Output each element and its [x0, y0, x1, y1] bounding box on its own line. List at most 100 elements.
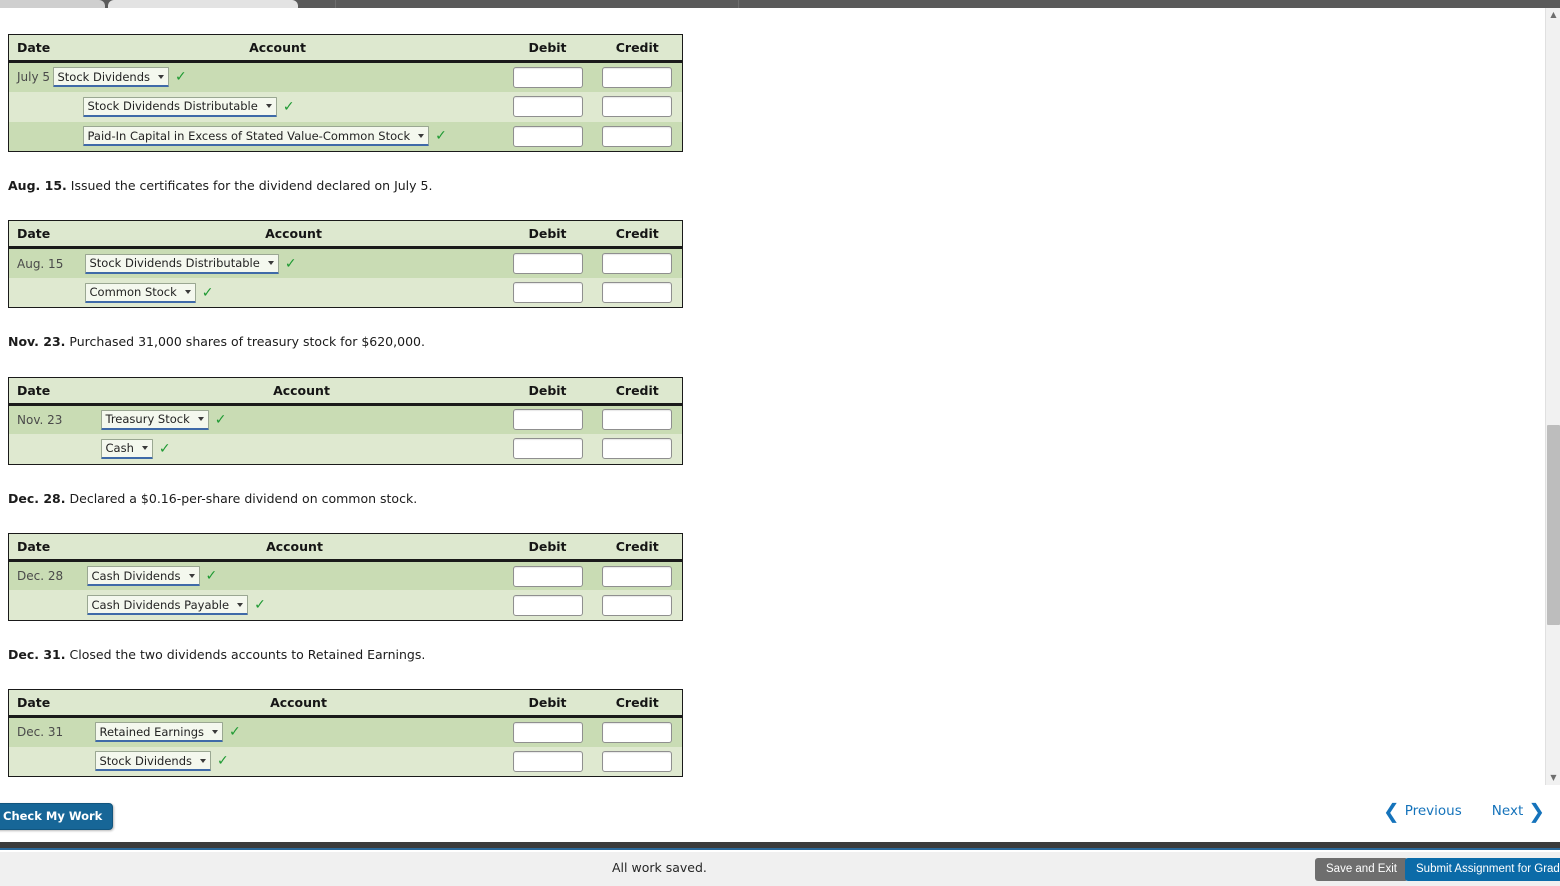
- account-select[interactable]: Stock Dividends Distributable: [82, 96, 277, 117]
- credit-input[interactable]: [602, 96, 673, 117]
- cell-date: Nov. 23: [17, 412, 63, 427]
- narrative-date: Dec. 28.: [8, 490, 66, 506]
- next-button[interactable]: Next ❯: [1492, 801, 1545, 821]
- credit-input[interactable]: [602, 438, 673, 460]
- cell-account: Treasury Stock ✓: [100, 404, 503, 434]
- credit-input[interactable]: [602, 253, 673, 274]
- browser-tab-1[interactable]: [0, 0, 105, 8]
- journal-entries-page: Date Account Debit Credit July 5 Stock Divide…: [0, 8, 1545, 785]
- browser-tab-strip: [0, 0, 1560, 8]
- column-header-account: Account: [86, 533, 503, 562]
- check-mark-icon: ✓: [201, 284, 214, 301]
- table-row: Aug. 15 Stock Dividends Distributable ✓: [8, 247, 683, 278]
- save-and-exit-button[interactable]: Save and Exit: [1315, 858, 1408, 881]
- debit-input[interactable]: [512, 125, 583, 147]
- journal-entry-table: Date Account Debit Credit July 5 Stock Divide…: [8, 34, 683, 152]
- account-select[interactable]: Stock Dividends: [52, 67, 169, 88]
- debit-input[interactable]: [512, 282, 583, 303]
- chevron-down-icon: [237, 602, 244, 607]
- debit-input[interactable]: [512, 66, 583, 88]
- cell-date: [9, 747, 95, 777]
- cell-account: Paid-In Capital in Excess of Stated Valu…: [53, 122, 503, 152]
- journal-entry-table: Date Account Debit Credit Nov. 23 Treasury St…: [8, 376, 683, 465]
- submit-assignment-button[interactable]: Submit Assignment for Grading: [1405, 858, 1560, 881]
- account-select-value: Cash Dividends Payable: [91, 597, 230, 612]
- account-select[interactable]: Paid-In Capital in Excess of Stated Valu…: [82, 126, 430, 147]
- debit-input[interactable]: [512, 750, 583, 772]
- tab-seam: [738, 0, 739, 8]
- credit-input[interactable]: [602, 721, 673, 743]
- account-select[interactable]: Stock Dividends: [94, 751, 211, 772]
- credit-input[interactable]: [602, 125, 673, 147]
- account-select[interactable]: Common Stock: [84, 282, 196, 303]
- page-scrollbar[interactable]: ▲ ▼: [1545, 8, 1560, 785]
- debit-input[interactable]: [512, 96, 583, 117]
- credit-input[interactable]: [602, 750, 673, 772]
- table-row: Stock Dividends ✓: [8, 746, 683, 777]
- table-header-row: Date Account Debit Credit: [8, 220, 683, 250]
- table-header-row: Date Account Debit Credit: [8, 689, 683, 718]
- column-header-credit: Credit: [592, 220, 683, 250]
- credit-input[interactable]: [602, 282, 673, 303]
- check-mark-icon: ✓: [229, 724, 241, 741]
- previous-label: Previous: [1404, 803, 1462, 819]
- debit-input[interactable]: [512, 594, 583, 616]
- narrative-text: Declared a $0.16-per-share dividend on c…: [69, 490, 418, 506]
- scroll-up-arrow-icon[interactable]: ▲: [1546, 8, 1560, 22]
- cell-debit: [503, 747, 593, 777]
- narrative-text: Purchased 31,000 shares of treasury stoc…: [69, 334, 425, 350]
- credit-input[interactable]: [602, 409, 673, 431]
- column-header-credit: Credit: [592, 34, 683, 63]
- scrollbar-thumb[interactable]: [1547, 425, 1560, 625]
- cell-debit: [503, 62, 593, 92]
- debit-input[interactable]: [512, 721, 583, 743]
- check-my-work-button[interactable]: Check My Work: [0, 803, 114, 830]
- account-selector-group: Stock Dividends ✓: [52, 67, 503, 88]
- chevron-down-icon: [267, 261, 274, 265]
- account-select-value: Stock Dividends Distributable: [87, 99, 258, 113]
- journal-entry-table: Date Account Debit Credit Dec. 31 Retained Ea…: [8, 689, 683, 777]
- debit-input[interactable]: [512, 565, 583, 587]
- account-selector-group: Cash Dividends ✓: [86, 566, 503, 586]
- debit-input[interactable]: [512, 438, 583, 460]
- cell-credit: [593, 404, 683, 434]
- account-select[interactable]: Cash Dividends: [86, 566, 200, 586]
- account-select-value: Stock Dividends Distributable: [89, 256, 260, 270]
- account-select[interactable]: Cash Dividends Payable: [86, 595, 249, 615]
- check-mark-icon: ✓: [214, 411, 227, 428]
- credit-input[interactable]: [602, 565, 673, 587]
- account-select-value: Treasury Stock: [105, 412, 190, 427]
- cell-debit: [503, 122, 593, 152]
- previous-button[interactable]: ❮ Previous: [1383, 801, 1462, 821]
- account-select[interactable]: Retained Earnings: [94, 722, 224, 743]
- scroll-down-arrow-icon[interactable]: ▼: [1546, 771, 1560, 785]
- chevron-down-icon: [200, 758, 206, 763]
- cell-credit: [593, 747, 683, 777]
- account-select[interactable]: Treasury Stock: [100, 409, 209, 430]
- cell-debit: [503, 404, 593, 434]
- chevron-down-icon: [197, 417, 204, 422]
- check-mark-icon: ✓: [205, 568, 218, 584]
- credit-input[interactable]: [602, 66, 673, 88]
- chevron-right-icon: ❯: [1528, 799, 1545, 823]
- table-header-row: Date Account Debit Credit: [8, 377, 683, 406]
- browser-tab-2[interactable]: [108, 0, 298, 8]
- account-selector-group: Treasury Stock ✓: [100, 409, 503, 430]
- account-select[interactable]: Cash: [100, 438, 153, 459]
- debit-input[interactable]: [512, 409, 583, 431]
- debit-input[interactable]: [512, 253, 583, 274]
- cell-debit: [503, 717, 593, 747]
- narrative-date: Nov. 23.: [8, 334, 66, 350]
- cell-account: Cash Dividends ✓: [86, 560, 503, 590]
- account-selector-group: Common Stock ✓: [84, 282, 503, 303]
- credit-input[interactable]: [602, 594, 673, 616]
- table-row: Stock Dividends Distributable ✓: [8, 91, 683, 122]
- transaction-narrative: Nov. 23. Purchased 31,000 shares of treas…: [8, 334, 1545, 350]
- chevron-left-icon: ❮: [1382, 799, 1400, 823]
- account-select[interactable]: Stock Dividends Distributable: [84, 253, 279, 274]
- cell-account: Common Stock ✓: [84, 278, 503, 308]
